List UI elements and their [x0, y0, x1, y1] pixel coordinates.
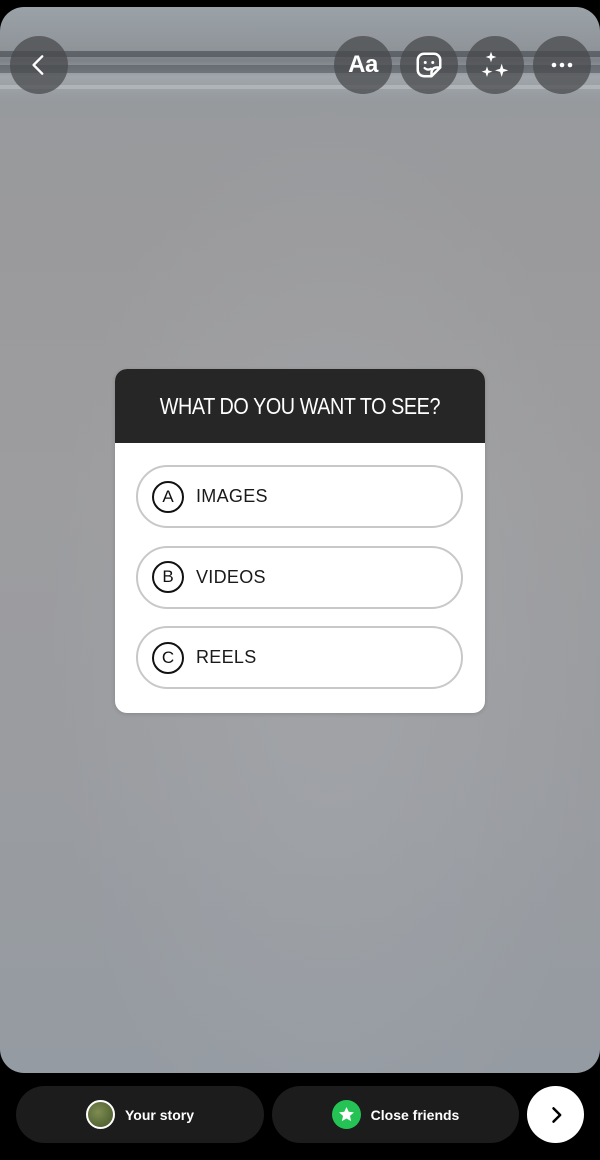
quiz-option-b[interactable]: B VIDEOS [136, 545, 463, 609]
close-friends-label: Close friends [370, 1106, 460, 1123]
avatar [86, 1100, 115, 1129]
share-close-friends-button[interactable]: Close friends [272, 1086, 519, 1143]
sticker-button[interactable] [400, 36, 458, 94]
option-letter-badge: B [152, 561, 184, 593]
sticker-icon [416, 52, 442, 78]
option-label: REELS [196, 647, 257, 667]
next-button[interactable] [527, 1086, 584, 1143]
close-friends-badge [331, 1100, 361, 1129]
chevron-right-icon [551, 1106, 561, 1123]
quiz-sticker[interactable]: WHAT DO YOU WANT TO SEE? A IMAGES B VIDE… [115, 369, 485, 713]
option-label: VIDEOS [196, 566, 266, 587]
quiz-question[interactable]: WHAT DO YOU WANT TO SEE? [160, 393, 441, 420]
your-story-label: Your story [125, 1106, 194, 1123]
option-letter-badge: C [152, 641, 184, 674]
quiz-header: WHAT DO YOU WANT TO SEE? [115, 369, 485, 443]
story-canvas[interactable]: Aa WHAT DO YOU WANT TO SEE? A IMAGES B V… [0, 7, 600, 1073]
more-horizontal-icon [551, 62, 573, 68]
option-label: IMAGES [196, 486, 268, 506]
background-photo-detail [0, 93, 600, 103]
option-letter-badge: A [152, 480, 184, 513]
quiz-options: A IMAGES B VIDEOS C REELS [115, 443, 485, 689]
effects-button[interactable] [466, 36, 524, 94]
chevron-left-icon [32, 55, 44, 75]
text-tool-label: Aa [348, 51, 378, 78]
quiz-option-c[interactable]: C REELS [136, 626, 463, 689]
share-your-story-button[interactable]: Your story [16, 1086, 264, 1143]
text-tool-button[interactable]: Aa [334, 36, 392, 94]
back-button[interactable] [10, 36, 68, 94]
star-icon [338, 1106, 354, 1122]
quiz-option-a[interactable]: A IMAGES [136, 465, 463, 528]
sparkles-icon [481, 51, 509, 77]
more-options-button[interactable] [533, 36, 591, 94]
